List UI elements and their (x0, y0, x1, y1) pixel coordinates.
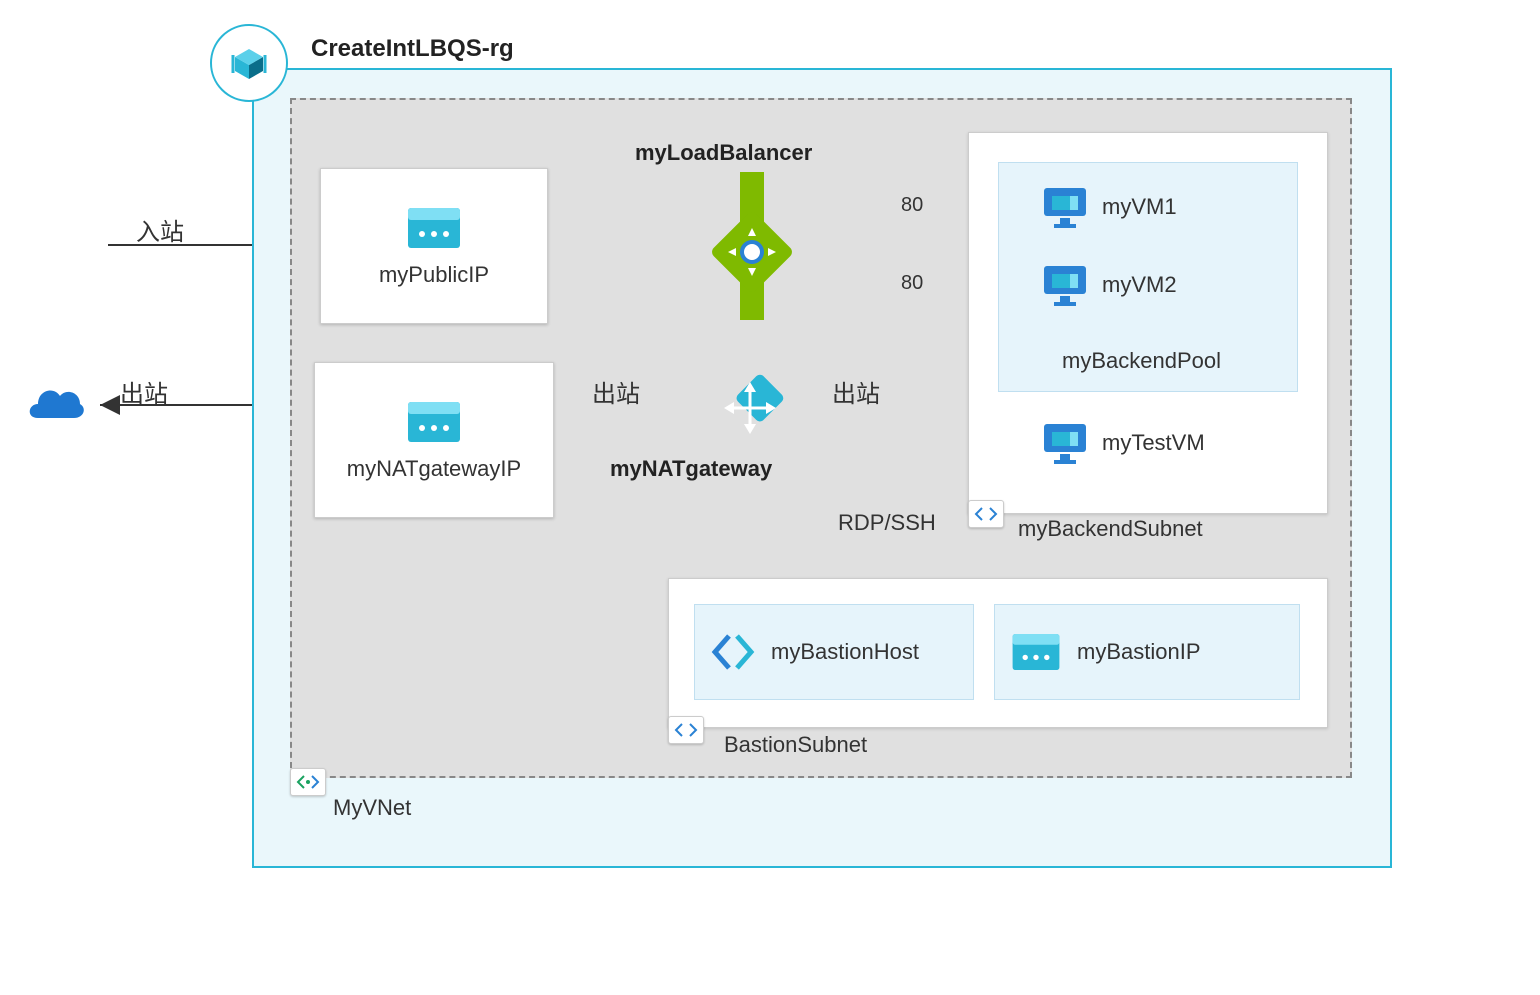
nat-ip-label: myNATgatewayIP (347, 456, 521, 482)
bastion-ip-label: myBastionIP (1077, 639, 1201, 665)
cloud-icon (24, 380, 89, 430)
vm1-label: myVM1 (1102, 194, 1177, 220)
bastion-subnet-label: BastionSubnet (724, 732, 867, 758)
backend-pool-label: myBackendPool (1062, 348, 1221, 374)
diagram-canvas: CreateIntLBQS-rg 入站 出站 MyVNet myPublicIP (0, 0, 1540, 995)
vnet-label: MyVNet (333, 795, 411, 821)
load-balancer-arrows-icon (722, 222, 782, 282)
resource-group-title: CreateIntLBQS-rg (311, 35, 514, 63)
testvm-row: myTestVM (1040, 420, 1205, 466)
vm-icon (1040, 420, 1090, 466)
load-balancer-label: myLoadBalancer (635, 140, 812, 166)
vnet-badge-icon (290, 768, 326, 796)
public-ip-label: myPublicIP (379, 262, 489, 288)
bastion-ip-icon (1009, 630, 1063, 674)
bastion-host-item: myBastionHost (694, 604, 974, 700)
bastion-icon (709, 628, 757, 676)
bastion-host-label: myBastionHost (771, 639, 919, 665)
resource-group-icon (210, 24, 288, 102)
outbound-label-3: 出站 (832, 374, 880, 409)
public-ip-icon (404, 204, 464, 252)
backend-subnet-label: myBackendSubnet (1018, 516, 1203, 542)
vm-icon (1040, 184, 1090, 230)
nat-ip-card: myNATgatewayIP (314, 362, 554, 518)
nat-gateway-icon (714, 372, 786, 444)
inbound-label: 入站 (136, 212, 184, 247)
bastion-ip-item: myBastionIP (994, 604, 1300, 700)
port-label-1: 80 (895, 194, 929, 217)
testvm-label: myTestVM (1102, 430, 1205, 456)
vm2-label: myVM2 (1102, 272, 1177, 298)
bastion-subnet-badge-icon (668, 716, 704, 744)
nat-gateway-label: myNATgateway (610, 456, 772, 482)
rdp-ssh-label: RDP/SSH (838, 510, 936, 536)
backend-subnet-badge-icon (968, 500, 1004, 528)
vm-icon (1040, 262, 1090, 308)
outbound-label-1: 出站 (120, 374, 168, 409)
vm2-row: myVM2 (1040, 262, 1177, 308)
public-ip-card: myPublicIP (320, 168, 548, 324)
vm1-row: myVM1 (1040, 184, 1177, 230)
outbound-label-2: 出站 (592, 374, 640, 409)
nat-ip-icon (404, 398, 464, 446)
port-label-2: 80 (895, 272, 929, 295)
